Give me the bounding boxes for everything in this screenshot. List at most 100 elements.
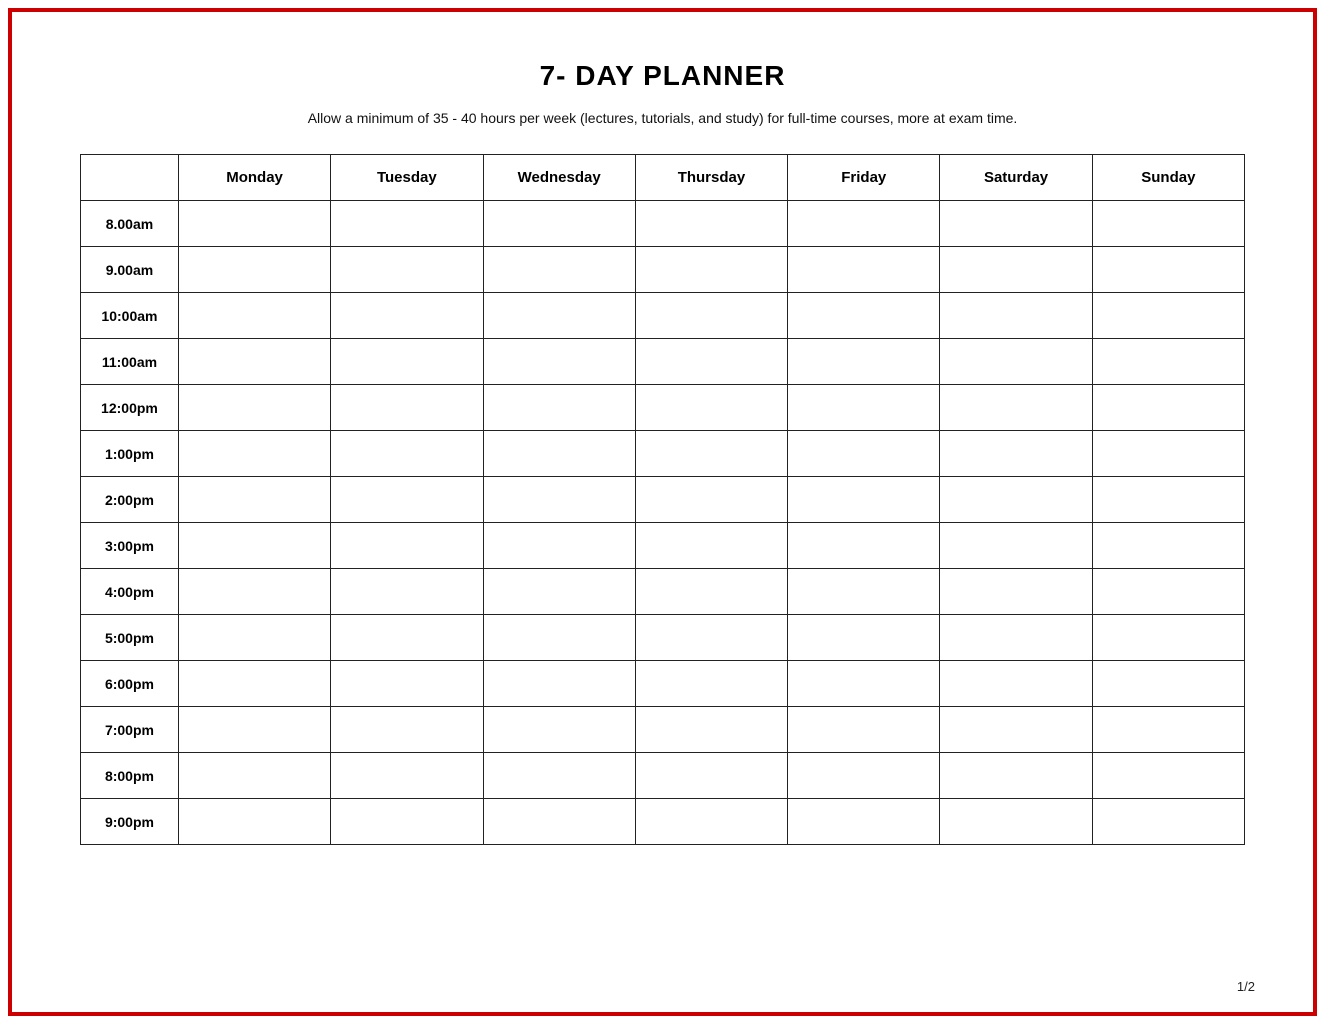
cell-wednesday-600pm[interactable] — [483, 661, 635, 707]
cell-sunday-100pm[interactable] — [1092, 431, 1244, 477]
cell-thursday-1000am[interactable] — [635, 293, 787, 339]
cell-thursday-100pm[interactable] — [635, 431, 787, 477]
time-cell: 12:00pm — [81, 385, 179, 431]
cell-sunday-200pm[interactable] — [1092, 477, 1244, 523]
cell-saturday-900pm[interactable] — [940, 799, 1092, 845]
cell-tuesday-700pm[interactable] — [331, 707, 483, 753]
cell-thursday-900pm[interactable] — [635, 799, 787, 845]
table-row: 1:00pm — [81, 431, 1245, 477]
cell-wednesday-900pm[interactable] — [483, 799, 635, 845]
cell-wednesday-1100am[interactable] — [483, 339, 635, 385]
cell-friday-1100am[interactable] — [788, 339, 940, 385]
cell-tuesday-300pm[interactable] — [331, 523, 483, 569]
cell-thursday-800pm[interactable] — [635, 753, 787, 799]
cell-sunday-300pm[interactable] — [1092, 523, 1244, 569]
cell-wednesday-300pm[interactable] — [483, 523, 635, 569]
cell-friday-1200pm[interactable] — [788, 385, 940, 431]
cell-saturday-600pm[interactable] — [940, 661, 1092, 707]
cell-friday-700pm[interactable] — [788, 707, 940, 753]
cell-tuesday-800am[interactable] — [331, 201, 483, 247]
cell-friday-900pm[interactable] — [788, 799, 940, 845]
cell-sunday-800am[interactable] — [1092, 201, 1244, 247]
cell-wednesday-500pm[interactable] — [483, 615, 635, 661]
cell-thursday-300pm[interactable] — [635, 523, 787, 569]
cell-friday-600pm[interactable] — [788, 661, 940, 707]
cell-wednesday-900am[interactable] — [483, 247, 635, 293]
cell-sunday-900pm[interactable] — [1092, 799, 1244, 845]
cell-thursday-600pm[interactable] — [635, 661, 787, 707]
cell-monday-700pm[interactable] — [178, 707, 330, 753]
cell-wednesday-100pm[interactable] — [483, 431, 635, 477]
cell-monday-600pm[interactable] — [178, 661, 330, 707]
cell-wednesday-800pm[interactable] — [483, 753, 635, 799]
cell-wednesday-700pm[interactable] — [483, 707, 635, 753]
cell-thursday-700pm[interactable] — [635, 707, 787, 753]
cell-saturday-400pm[interactable] — [940, 569, 1092, 615]
cell-thursday-900am[interactable] — [635, 247, 787, 293]
cell-monday-500pm[interactable] — [178, 615, 330, 661]
cell-friday-800pm[interactable] — [788, 753, 940, 799]
cell-thursday-800am[interactable] — [635, 201, 787, 247]
cell-sunday-600pm[interactable] — [1092, 661, 1244, 707]
cell-saturday-500pm[interactable] — [940, 615, 1092, 661]
cell-monday-100pm[interactable] — [178, 431, 330, 477]
cell-monday-900pm[interactable] — [178, 799, 330, 845]
cell-saturday-800am[interactable] — [940, 201, 1092, 247]
cell-thursday-500pm[interactable] — [635, 615, 787, 661]
cell-saturday-1000am[interactable] — [940, 293, 1092, 339]
cell-wednesday-400pm[interactable] — [483, 569, 635, 615]
cell-wednesday-200pm[interactable] — [483, 477, 635, 523]
cell-sunday-1200pm[interactable] — [1092, 385, 1244, 431]
cell-monday-800pm[interactable] — [178, 753, 330, 799]
cell-saturday-1100am[interactable] — [940, 339, 1092, 385]
cell-thursday-1200pm[interactable] — [635, 385, 787, 431]
cell-tuesday-900am[interactable] — [331, 247, 483, 293]
cell-sunday-1100am[interactable] — [1092, 339, 1244, 385]
cell-friday-500pm[interactable] — [788, 615, 940, 661]
cell-monday-300pm[interactable] — [178, 523, 330, 569]
cell-tuesday-400pm[interactable] — [331, 569, 483, 615]
cell-monday-1000am[interactable] — [178, 293, 330, 339]
cell-saturday-200pm[interactable] — [940, 477, 1092, 523]
cell-tuesday-900pm[interactable] — [331, 799, 483, 845]
cell-friday-800am[interactable] — [788, 201, 940, 247]
cell-thursday-1100am[interactable] — [635, 339, 787, 385]
cell-friday-1000am[interactable] — [788, 293, 940, 339]
cell-wednesday-800am[interactable] — [483, 201, 635, 247]
cell-sunday-900am[interactable] — [1092, 247, 1244, 293]
cell-sunday-700pm[interactable] — [1092, 707, 1244, 753]
cell-thursday-400pm[interactable] — [635, 569, 787, 615]
cell-sunday-500pm[interactable] — [1092, 615, 1244, 661]
cell-saturday-900am[interactable] — [940, 247, 1092, 293]
cell-friday-100pm[interactable] — [788, 431, 940, 477]
cell-friday-900am[interactable] — [788, 247, 940, 293]
cell-saturday-700pm[interactable] — [940, 707, 1092, 753]
cell-saturday-100pm[interactable] — [940, 431, 1092, 477]
cell-tuesday-100pm[interactable] — [331, 431, 483, 477]
cell-tuesday-1100am[interactable] — [331, 339, 483, 385]
cell-saturday-300pm[interactable] — [940, 523, 1092, 569]
cell-monday-800am[interactable] — [178, 201, 330, 247]
cell-thursday-200pm[interactable] — [635, 477, 787, 523]
cell-saturday-800pm[interactable] — [940, 753, 1092, 799]
cell-friday-200pm[interactable] — [788, 477, 940, 523]
cell-monday-400pm[interactable] — [178, 569, 330, 615]
cell-monday-1100am[interactable] — [178, 339, 330, 385]
cell-friday-300pm[interactable] — [788, 523, 940, 569]
cell-monday-200pm[interactable] — [178, 477, 330, 523]
cell-sunday-1000am[interactable] — [1092, 293, 1244, 339]
cell-tuesday-1000am[interactable] — [331, 293, 483, 339]
cell-tuesday-1200pm[interactable] — [331, 385, 483, 431]
cell-wednesday-1200pm[interactable] — [483, 385, 635, 431]
cell-tuesday-500pm[interactable] — [331, 615, 483, 661]
cell-monday-900am[interactable] — [178, 247, 330, 293]
cell-monday-1200pm[interactable] — [178, 385, 330, 431]
cell-wednesday-1000am[interactable] — [483, 293, 635, 339]
cell-sunday-800pm[interactable] — [1092, 753, 1244, 799]
cell-tuesday-600pm[interactable] — [331, 661, 483, 707]
cell-tuesday-200pm[interactable] — [331, 477, 483, 523]
cell-tuesday-800pm[interactable] — [331, 753, 483, 799]
cell-sunday-400pm[interactable] — [1092, 569, 1244, 615]
cell-saturday-1200pm[interactable] — [940, 385, 1092, 431]
cell-friday-400pm[interactable] — [788, 569, 940, 615]
